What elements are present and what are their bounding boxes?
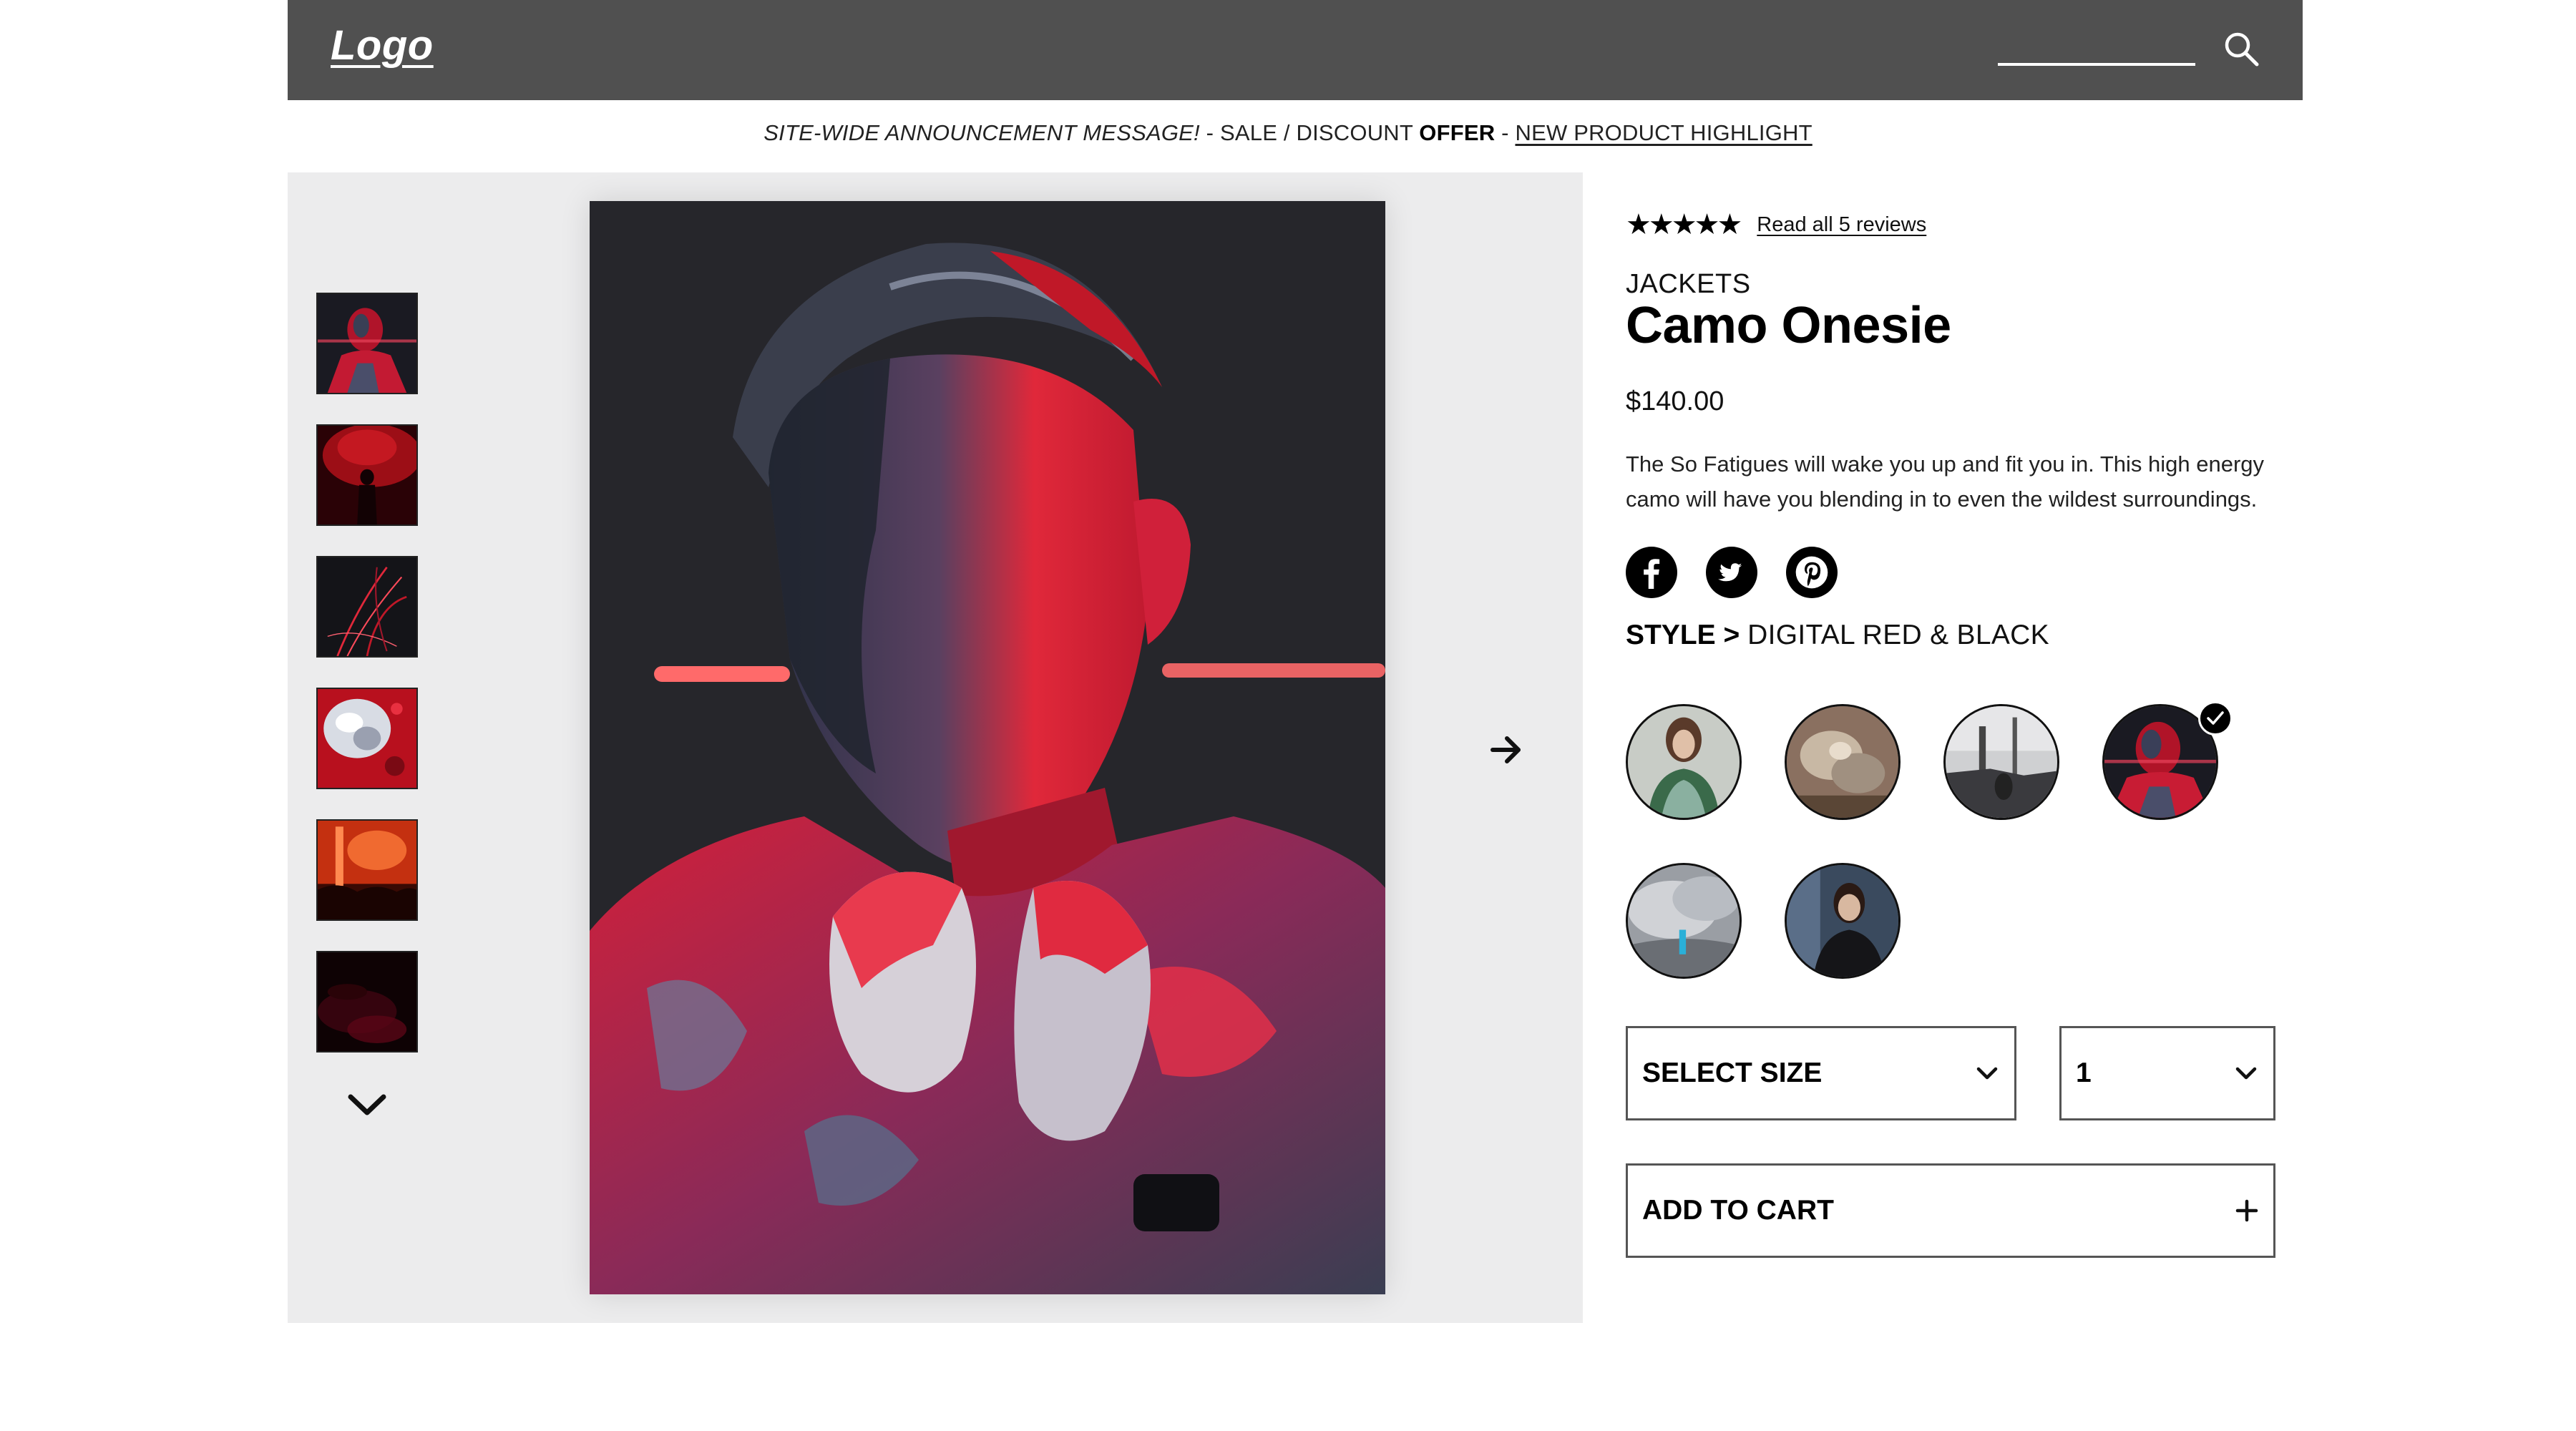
size-select[interactable]: SELECT SIZE	[1626, 1026, 2016, 1120]
style-swatch[interactable]	[1943, 704, 2059, 820]
new-product-link[interactable]: NEW PRODUCT HIGHLIGHT	[1515, 120, 1812, 145]
style-selector-label: STYLE > DIGITAL RED & BLACK	[1626, 620, 2049, 651]
announcement-offer: OFFER	[1419, 120, 1496, 145]
style-swatch[interactable]	[1626, 863, 1742, 979]
announcement-separator: -	[1495, 120, 1516, 145]
size-select-value: SELECT SIZE	[1642, 1058, 1823, 1088]
chevron-down-icon	[1976, 1067, 1998, 1080]
gallery-thumbnail[interactable]	[316, 556, 418, 658]
style-swatch[interactable]	[1785, 704, 1901, 820]
search-icon[interactable]	[2221, 29, 2261, 69]
style-label: STYLE >	[1626, 620, 1748, 650]
logo[interactable]: Logo	[331, 21, 434, 69]
arrow-right-icon[interactable]	[1488, 732, 1524, 768]
product-description: The So Fatigues will wake you up and fit…	[1626, 451, 2265, 512]
search-input[interactable]	[1998, 34, 2195, 66]
selected-check-icon	[2198, 701, 2233, 736]
gallery-thumbnail[interactable]	[316, 688, 418, 789]
facebook-icon[interactable]	[1626, 547, 1677, 598]
product-title: Camo Onesie	[1626, 297, 1951, 354]
chevron-down-icon	[2235, 1067, 2257, 1080]
pinterest-icon[interactable]	[1786, 547, 1838, 598]
gallery-thumbnail[interactable]	[316, 293, 418, 394]
announcement-bar: SITE-WIDE ANNOUNCEMENT MESSAGE! - SALE /…	[0, 120, 2576, 146]
announcement-message: SITE-WIDE ANNOUNCEMENT MESSAGE!	[763, 120, 1200, 145]
add-to-cart-button[interactable]: ADD TO CART	[1626, 1163, 2275, 1258]
announcement-sale-text: - SALE / DISCOUNT	[1199, 120, 1420, 145]
quantity-select-value: 1	[2076, 1058, 2092, 1088]
gallery-thumbnail[interactable]	[316, 951, 418, 1053]
product-price: $140.00	[1626, 386, 1724, 416]
style-swatch[interactable]	[1626, 704, 1742, 820]
quantity-select[interactable]: 1	[2059, 1026, 2275, 1120]
gallery-thumbnail[interactable]	[316, 424, 418, 526]
plus-icon	[2235, 1199, 2258, 1222]
add-to-cart-label: ADD TO CART	[1642, 1195, 1834, 1226]
main-product-image[interactable]	[590, 201, 1385, 1294]
product-gallery	[288, 172, 1583, 1323]
site-header: Logo	[288, 0, 2303, 100]
style-swatch[interactable]	[1785, 863, 1901, 979]
rating-row: ★★★★★ Read all 5 reviews	[1626, 210, 1926, 239]
product-category: JACKETS	[1626, 269, 1751, 299]
twitter-icon[interactable]	[1706, 547, 1757, 598]
read-reviews-link[interactable]: Read all 5 reviews	[1757, 213, 1926, 237]
star-rating: ★★★★★	[1626, 209, 1742, 240]
style-value: DIGITAL RED & BLACK	[1747, 620, 2049, 650]
chevron-down-icon[interactable]	[342, 1088, 392, 1121]
social-share	[1626, 547, 1838, 598]
gallery-thumbnail[interactable]	[316, 819, 418, 921]
